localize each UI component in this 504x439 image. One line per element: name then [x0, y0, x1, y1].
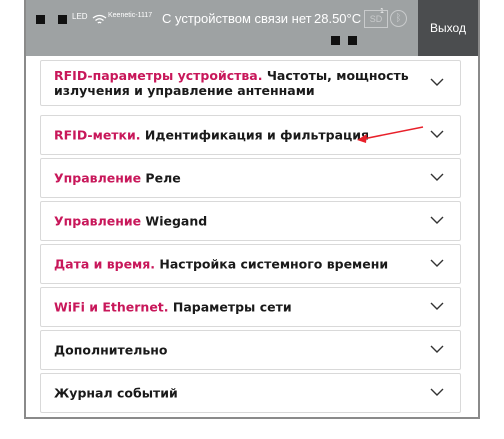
panel-title: Журнал событий: [54, 385, 178, 401]
panel-relay-control[interactable]: Управление Реле: [40, 158, 461, 198]
chevron-down-icon: [430, 173, 444, 181]
chevron-down-icon: [430, 78, 444, 86]
indicator-square-2: [58, 15, 67, 24]
chevron-down-icon: [430, 302, 444, 310]
chevron-down-icon: [430, 259, 444, 267]
indicator-square-3: [331, 36, 340, 45]
panel-title: WiFi и Ethernet. Параметры сети: [54, 299, 292, 315]
chevron-down-icon: [430, 130, 444, 138]
bluetooth-icon: ᛒ: [390, 10, 407, 27]
panel-rfid-device-params[interactable]: RFID-параметры устройства. Частоты, мощн…: [40, 60, 461, 106]
indicator-square-4: [348, 36, 357, 45]
panel-wiegand-control[interactable]: Управление Wiegand: [40, 201, 461, 241]
wifi-icon: [92, 14, 107, 24]
sd-card-indicator: SD: [364, 10, 388, 28]
panel-title: Дата и время. Настройка системного време…: [54, 256, 389, 272]
panel-wifi-ethernet[interactable]: WiFi и Ethernet. Параметры сети: [40, 287, 461, 327]
panel-title: Дополнительно: [54, 342, 168, 358]
chevron-down-icon: [430, 216, 444, 224]
chevron-down-icon: [430, 388, 444, 396]
network-name: Keenetic-1117: [108, 12, 153, 19]
connection-status: С устройством связи нет: [162, 11, 312, 26]
temperature-value: 28.50°C: [314, 11, 362, 26]
panel-title: RFID-параметры устройства. Частоты, мощн…: [54, 68, 409, 98]
chevron-down-icon: [430, 345, 444, 353]
logout-button[interactable]: Выход: [418, 0, 478, 56]
panel-event-log[interactable]: Журнал событий: [40, 373, 461, 413]
status-bar: LED Keenetic-1117 С устройством связи не…: [26, 0, 418, 56]
panel-title: Управление Реле: [54, 170, 181, 186]
panel-additional[interactable]: Дополнительно: [40, 330, 461, 370]
indicator-square-1: [36, 15, 45, 24]
panel-date-time[interactable]: Дата и время. Настройка системного време…: [40, 244, 461, 284]
annotation-arrow-icon: [357, 126, 424, 143]
led-label: LED: [72, 12, 88, 21]
panel-title: Управление Wiegand: [54, 213, 208, 229]
